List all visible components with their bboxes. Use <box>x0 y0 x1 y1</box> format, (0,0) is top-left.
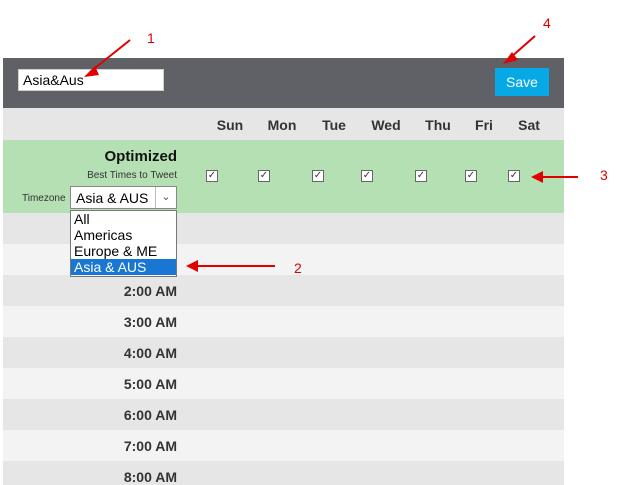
time-label: 6:00 AM <box>123 407 177 423</box>
time-row: 4:00 AM <box>3 337 564 368</box>
header-bar: Save <box>3 58 564 108</box>
annotation-number-1: 1 <box>147 30 155 46</box>
chevron-down-icon[interactable]: ⌄ <box>155 187 176 208</box>
timezone-option-all[interactable]: All <box>71 211 176 227</box>
time-row: 6:00 AM <box>3 399 564 430</box>
time-label: 8:00 AM <box>123 469 177 485</box>
timezone-option-asia-aus[interactable]: Asia & AUS <box>71 259 176 275</box>
schedule-name-input[interactable] <box>18 69 164 91</box>
checkbox-wed[interactable]: ✓ <box>361 170 373 182</box>
checkbox-sat[interactable]: ✓ <box>508 170 520 182</box>
time-row: 5:00 AM <box>3 368 564 399</box>
checkbox-mon[interactable]: ✓ <box>258 170 270 182</box>
day-tue: Tue <box>322 117 346 133</box>
time-label: 7:00 AM <box>123 438 177 454</box>
checkbox-fri[interactable]: ✓ <box>465 170 477 182</box>
annotation-number-2: 2 <box>294 260 302 276</box>
timezone-option-europe-me[interactable]: Europe & ME <box>71 243 176 259</box>
timezone-label: Timezone <box>22 193 66 204</box>
time-label: 4:00 AM <box>123 345 177 361</box>
checkbox-tue[interactable]: ✓ <box>312 170 324 182</box>
best-times-label: Best Times to Tweet <box>87 170 177 181</box>
annotation-number-4: 4 <box>543 15 551 31</box>
save-button[interactable]: Save <box>495 68 549 96</box>
day-sat: Sat <box>518 117 540 133</box>
time-label: 2:00 AM <box>123 283 177 299</box>
timezone-selected-value: Asia & AUS <box>76 190 149 206</box>
timezone-option-americas[interactable]: Americas <box>71 227 176 243</box>
annotation-number-3: 3 <box>600 167 608 183</box>
day-wed: Wed <box>371 117 401 133</box>
time-label: 5:00 AM <box>123 376 177 392</box>
checkbox-sun[interactable]: ✓ <box>206 170 218 182</box>
timezone-dropdown-list: All Americas Europe & ME Asia & AUS <box>70 210 177 277</box>
time-label: 3:00 AM <box>123 314 177 330</box>
time-row: 7:00 AM <box>3 430 564 461</box>
day-fri: Fri <box>475 117 493 133</box>
checkbox-thu[interactable]: ✓ <box>415 170 427 182</box>
day-mon: Mon <box>267 117 297 133</box>
time-row: 2:00 AM <box>3 275 564 306</box>
time-row: 8:00 AM <box>3 461 564 485</box>
time-row: 3:00 AM <box>3 306 564 337</box>
annotation-arrow-4 <box>509 35 536 59</box>
optimized-title: Optimized <box>104 148 177 165</box>
timezone-select[interactable]: Asia & AUS ⌄ <box>70 186 177 209</box>
day-thu: Thu <box>425 117 451 133</box>
optimized-row: Optimized Best Times to Tweet Timezone A… <box>3 140 564 213</box>
days-header-row: Sun Mon Tue Wed Thu Fri Sat <box>3 108 564 140</box>
day-sun: Sun <box>216 117 244 133</box>
